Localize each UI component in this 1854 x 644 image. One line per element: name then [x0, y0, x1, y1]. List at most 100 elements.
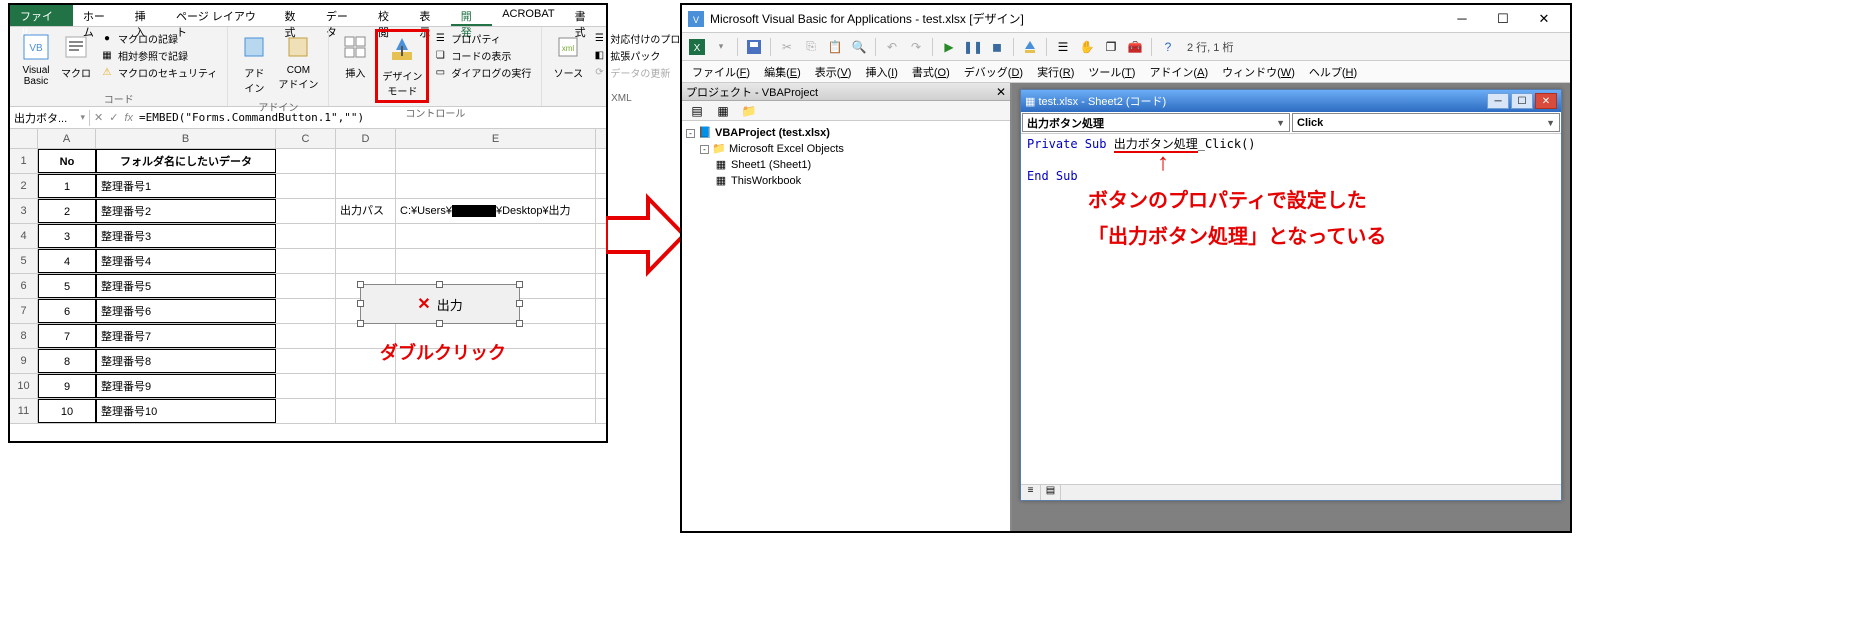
cell-folder[interactable]: 整理番号10 — [96, 399, 276, 423]
row-header[interactable]: 1 — [10, 149, 38, 173]
tab-formulas[interactable]: 数式 — [274, 5, 315, 26]
properties-button[interactable]: ☰プロパティ — [433, 31, 531, 46]
tab-pagelayout[interactable]: ページ レイアウト — [166, 5, 274, 26]
macro-security-button[interactable]: ⚠マクロのセキュリティ — [100, 65, 217, 80]
cell-no[interactable]: 6 — [38, 299, 96, 323]
cell-folder[interactable]: 整理番号4 — [96, 249, 276, 273]
cell-folder[interactable]: 整理番号8 — [96, 349, 276, 373]
menu-r[interactable]: 実行(R) — [1031, 62, 1080, 82]
cell-path[interactable] — [396, 224, 596, 248]
cell-path[interactable] — [396, 374, 596, 398]
menu-i[interactable]: 挿入(I) — [859, 62, 903, 82]
tb-excel-icon[interactable]: X — [686, 36, 708, 58]
col-header-a[interactable]: A — [38, 129, 96, 148]
cell-header-folder[interactable]: フォルダ名にしたいデータ — [96, 149, 276, 173]
row-header[interactable]: 3 — [10, 199, 38, 223]
cell-header-no[interactable]: No — [38, 149, 96, 173]
project-tree[interactable]: -📘VBAProject (test.xlsx) -📁Microsoft Exc… — [682, 121, 1010, 193]
tb-undo-button[interactable]: ↶ — [881, 36, 903, 58]
cell[interactable] — [396, 149, 596, 173]
cell[interactable] — [276, 274, 336, 298]
cell-path[interactable] — [396, 399, 596, 423]
cell[interactable] — [276, 299, 336, 323]
tb-reset-button[interactable]: ◼ — [986, 36, 1008, 58]
cell-pathlabel[interactable] — [336, 399, 396, 423]
col-header-d[interactable]: D — [336, 129, 396, 148]
tab-review[interactable]: 校閲 — [368, 5, 409, 26]
enter-formula-icon[interactable]: ✓ — [109, 111, 118, 124]
addins-button[interactable]: アド イン — [234, 29, 274, 97]
menu-t[interactable]: ツール(T) — [1082, 62, 1141, 82]
col-header-c[interactable]: C — [276, 129, 336, 148]
tb-designmode-button[interactable] — [1019, 36, 1041, 58]
cell-pathlabel[interactable] — [336, 249, 396, 273]
design-mode-button[interactable]: デザイン モード — [375, 29, 429, 103]
tab-file[interactable]: ファイル — [10, 5, 73, 26]
tb-properties-button[interactable]: ✋ — [1076, 36, 1098, 58]
full-module-view-button[interactable]: ▤ — [1041, 485, 1061, 500]
refresh-data-button[interactable]: ⟳データの更新 — [592, 65, 690, 80]
view-object-toolbtn[interactable]: ▦ — [712, 100, 734, 122]
cell[interactable] — [276, 199, 336, 223]
menu-h[interactable]: ヘルプ(H) — [1303, 62, 1363, 82]
cell-no[interactable]: 9 — [38, 374, 96, 398]
cell-no[interactable]: 10 — [38, 399, 96, 423]
row-header[interactable]: 7 — [10, 299, 38, 323]
cell-no[interactable]: 4 — [38, 249, 96, 273]
tab-data[interactable]: データ — [316, 5, 368, 26]
formula-input[interactable]: =EMBED("Forms.CommandButton.1","") — [139, 111, 364, 124]
tb-run-button[interactable]: ▶ — [938, 36, 960, 58]
tb-insert-dropdown[interactable]: ▾ — [710, 36, 732, 58]
row-header[interactable]: 6 — [10, 274, 38, 298]
cell[interactable] — [276, 224, 336, 248]
col-header-b[interactable]: B — [96, 129, 276, 148]
cell-no[interactable]: 8 — [38, 349, 96, 373]
cell[interactable] — [336, 149, 396, 173]
tb-objbrowser-button[interactable]: ❐ — [1100, 36, 1122, 58]
cell-path[interactable] — [396, 174, 596, 198]
cell-folder[interactable]: 整理番号3 — [96, 224, 276, 248]
row-header[interactable]: 4 — [10, 224, 38, 248]
cell-folder[interactable]: 整理番号2 — [96, 199, 276, 223]
tb-help-button[interactable]: ? — [1157, 36, 1179, 58]
cell[interactable] — [276, 399, 336, 423]
cell[interactable] — [276, 149, 336, 173]
cell-no[interactable]: 2 — [38, 199, 96, 223]
tree-toggle-icon[interactable]: - — [686, 129, 695, 138]
toggle-folders-toolbtn[interactable]: 📁 — [738, 100, 760, 122]
cell-pathlabel[interactable]: 出力パス — [336, 199, 396, 223]
cancel-formula-icon[interactable]: ✕ — [94, 111, 103, 124]
row-header[interactable]: 10 — [10, 374, 38, 398]
row-header[interactable]: 11 — [10, 399, 38, 423]
tb-paste-button[interactable]: 📋 — [824, 36, 846, 58]
tb-cut-button[interactable]: ✂ — [776, 36, 798, 58]
code-close-button[interactable]: ✕ — [1535, 93, 1557, 109]
menu-o[interactable]: 書式(O) — [906, 62, 956, 82]
cell-pathlabel[interactable] — [336, 374, 396, 398]
cell-no[interactable]: 7 — [38, 324, 96, 348]
record-macro-button[interactable]: ●マクロの記録 — [100, 31, 217, 46]
tab-view[interactable]: 表示 — [409, 5, 450, 26]
tab-acrobat[interactable]: ACROBAT — [492, 5, 564, 26]
cell-pathlabel[interactable] — [336, 224, 396, 248]
embedded-command-button[interactable]: ✕ 出力 — [360, 284, 520, 324]
col-header-e[interactable]: E — [396, 129, 596, 148]
cell-folder[interactable]: 整理番号5 — [96, 274, 276, 298]
map-props-button[interactable]: ☰対応付けのプロパ — [592, 31, 690, 46]
worksheet-grid[interactable]: A B C D E 1 No フォルダ名にしたいデータ 2 1 整理番号1 3 … — [10, 129, 606, 424]
cell[interactable] — [276, 349, 336, 373]
cell[interactable] — [276, 374, 336, 398]
row-header[interactable]: 9 — [10, 349, 38, 373]
tree-node-thisworkbook[interactable]: ▦ThisWorkbook — [686, 173, 1006, 189]
row-header[interactable]: 5 — [10, 249, 38, 273]
cell-folder[interactable]: 整理番号1 — [96, 174, 276, 198]
relative-ref-button[interactable]: ▦相対参照で記録 — [100, 48, 217, 63]
procedure-dropdown[interactable]: Click▼ — [1292, 113, 1560, 132]
cell-folder[interactable]: 整理番号6 — [96, 299, 276, 323]
object-dropdown[interactable]: 出力ボタン処理▼ — [1022, 113, 1290, 132]
tb-project-button[interactable]: ☰ — [1052, 36, 1074, 58]
window-close-button[interactable]: ✕ — [1524, 7, 1564, 31]
cell-no[interactable]: 5 — [38, 274, 96, 298]
cell-folder[interactable]: 整理番号7 — [96, 324, 276, 348]
view-code-toolbtn[interactable]: ▤ — [686, 100, 708, 122]
